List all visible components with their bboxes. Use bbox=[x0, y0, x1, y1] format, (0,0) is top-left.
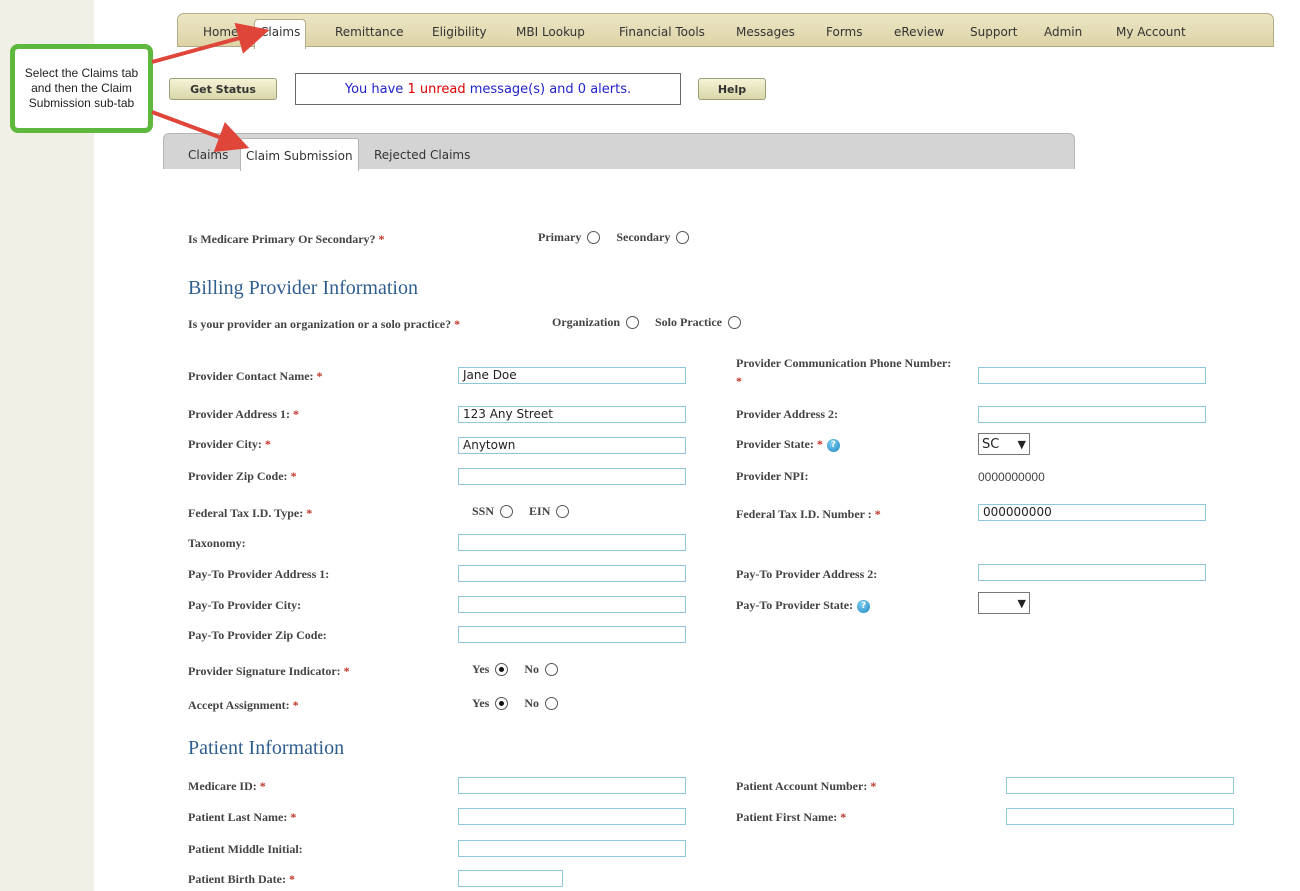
payto-city-input[interactable] bbox=[458, 596, 686, 613]
payto-city-label: Pay-To Provider City: bbox=[188, 598, 302, 612]
first-name-label: Patient First Name: * bbox=[736, 810, 847, 824]
message-suffix: message(s) and 0 alerts. bbox=[465, 81, 632, 97]
phone-input[interactable] bbox=[978, 367, 1206, 384]
payto-zip-label: Pay-To Provider Zip Code: bbox=[188, 628, 327, 642]
taxonomy-label: Taxonomy: bbox=[188, 536, 246, 550]
signature-yes-option[interactable]: Yes bbox=[472, 662, 509, 677]
patient-account-input[interactable] bbox=[1006, 777, 1234, 794]
accept-no-option[interactable]: No bbox=[524, 696, 559, 711]
organization-radio[interactable] bbox=[626, 316, 639, 329]
tab-support[interactable]: Support bbox=[970, 25, 1017, 39]
tax-number-label: Federal Tax I.D. Number : * bbox=[736, 507, 881, 521]
ein-radio[interactable] bbox=[556, 505, 570, 518]
org-solo-radios: Organization Solo Practice bbox=[552, 315, 757, 330]
payto-address2-input[interactable] bbox=[978, 564, 1206, 581]
organization-option[interactable]: Organization bbox=[552, 315, 639, 330]
city-label: Provider City: * bbox=[188, 437, 271, 451]
ein-option[interactable]: EIN bbox=[529, 504, 570, 519]
tab-eligibility[interactable]: Eligibility bbox=[432, 25, 487, 39]
arrow-to-claim-submission-tab bbox=[151, 110, 250, 153]
phone-label: Provider Communication Phone Number: * bbox=[736, 356, 952, 388]
payto-address1-label: Pay-To Provider Address 1: bbox=[188, 567, 330, 581]
state-select[interactable]: SC ▼ bbox=[978, 433, 1030, 455]
patient-account-label: Patient Account Number: * bbox=[736, 779, 877, 793]
medicare-id-input[interactable] bbox=[458, 777, 686, 794]
zip-label: Provider Zip Code: * bbox=[188, 469, 297, 483]
zip-input[interactable] bbox=[458, 468, 686, 485]
address2-input[interactable] bbox=[978, 406, 1206, 423]
accept-assignment-label: Accept Assignment: * bbox=[188, 698, 299, 712]
secondary-radio[interactable] bbox=[676, 231, 690, 244]
payto-state-label: Pay-To Provider State:? bbox=[736, 598, 871, 613]
first-name-input[interactable] bbox=[1006, 808, 1234, 825]
solo-practice-radio[interactable] bbox=[727, 316, 741, 329]
tab-remittance[interactable]: Remittance bbox=[335, 25, 404, 39]
address1-input[interactable]: 123 Any Street bbox=[458, 406, 686, 423]
payto-address2-label: Pay-To Provider Address 2: bbox=[736, 567, 878, 581]
npi-label: Provider NPI: bbox=[736, 469, 809, 483]
city-input[interactable]: Anytown bbox=[458, 437, 686, 454]
accept-assignment-radios: Yes No bbox=[472, 696, 574, 711]
tax-type-label: Federal Tax I.D. Type: * bbox=[188, 506, 313, 520]
subtab-rejected-claims[interactable]: Rejected Claims bbox=[374, 148, 470, 162]
payto-state-help-icon[interactable]: ? bbox=[857, 599, 871, 613]
message-prefix: You have bbox=[344, 81, 408, 97]
middle-initial-input[interactable] bbox=[458, 840, 686, 857]
signature-no-option[interactable]: No bbox=[524, 662, 559, 677]
chevron-down-icon: ▼ bbox=[1017, 437, 1026, 451]
billing-section-title: Billing Provider Information bbox=[188, 277, 418, 299]
taxonomy-input[interactable] bbox=[458, 534, 686, 551]
state-select-value: SC bbox=[982, 436, 1000, 452]
tab-mbi-lookup[interactable]: MBI Lookup bbox=[516, 25, 585, 39]
signature-no-radio[interactable] bbox=[545, 663, 559, 676]
arrow-to-claims-tab bbox=[151, 22, 270, 64]
secondary-option[interactable]: Secondary bbox=[616, 230, 690, 245]
contact-name-input[interactable]: Jane Doe bbox=[458, 367, 686, 384]
help-button[interactable]: Help bbox=[698, 78, 766, 100]
accept-yes-radio[interactable] bbox=[495, 697, 509, 710]
address1-label: Provider Address 1: * bbox=[188, 407, 300, 421]
state-help-icon[interactable]: ? bbox=[826, 438, 840, 452]
callout-arrows bbox=[151, 22, 270, 153]
tax-number-input[interactable]: 000000000 bbox=[978, 504, 1206, 521]
medicare-primary-secondary-radios: Primary Secondary bbox=[538, 230, 705, 245]
tab-messages[interactable]: Messages bbox=[736, 25, 795, 39]
ssn-option[interactable]: SSN bbox=[472, 504, 514, 519]
last-name-input[interactable] bbox=[458, 808, 686, 825]
npi-value: 0000000000 bbox=[978, 470, 1045, 484]
accept-yes-option[interactable]: Yes bbox=[472, 696, 509, 711]
payto-zip-input[interactable] bbox=[458, 626, 686, 643]
tab-ereview[interactable]: eReview bbox=[894, 25, 944, 39]
accept-no-radio[interactable] bbox=[545, 697, 559, 710]
primary-option[interactable]: Primary bbox=[538, 230, 601, 245]
solo-practice-option[interactable]: Solo Practice bbox=[655, 315, 741, 330]
message-status-box[interactable]: You have 1 unread message(s) and 0 alert… bbox=[295, 73, 681, 105]
tax-type-radios: SSN EIN bbox=[472, 504, 585, 519]
address2-label: Provider Address 2: bbox=[736, 407, 839, 421]
medicare-id-label: Medicare ID: * bbox=[188, 779, 266, 793]
medicare-question-label: Is Medicare Primary Or Secondary? * bbox=[188, 232, 385, 246]
org-question-label: Is your provider an organization or a so… bbox=[188, 317, 461, 331]
primary-radio[interactable] bbox=[587, 231, 601, 244]
birth-date-input[interactable] bbox=[458, 870, 563, 887]
last-name-label: Patient Last Name: * bbox=[188, 810, 297, 824]
state-label: Provider State: *? bbox=[736, 437, 840, 452]
patient-section-title: Patient Information bbox=[188, 737, 345, 759]
signature-yes-radio[interactable] bbox=[495, 663, 509, 676]
signature-label: Provider Signature Indicator: * bbox=[188, 664, 350, 678]
payto-address1-input[interactable] bbox=[458, 565, 686, 582]
ssn-radio[interactable] bbox=[500, 505, 514, 518]
tab-my-account[interactable]: My Account bbox=[1116, 25, 1186, 39]
tab-financial-tools[interactable]: Financial Tools bbox=[619, 25, 705, 39]
contact-name-label: Provider Contact Name: * bbox=[188, 369, 323, 383]
tab-forms[interactable]: Forms bbox=[826, 25, 862, 39]
tab-admin[interactable]: Admin bbox=[1044, 25, 1082, 39]
chevron-down-icon: ▼ bbox=[1017, 596, 1026, 610]
middle-initial-label: Patient Middle Initial: bbox=[188, 842, 303, 856]
signature-radios: Yes No bbox=[472, 662, 574, 677]
payto-state-select[interactable]: ▼ bbox=[978, 592, 1030, 614]
birth-date-label: Patient Birth Date: * bbox=[188, 872, 295, 886]
main-nav-bar: Home Claims Remittance Eligibility MBI L… bbox=[177, 13, 1274, 49]
unread-count: 1 unread bbox=[407, 81, 466, 97]
